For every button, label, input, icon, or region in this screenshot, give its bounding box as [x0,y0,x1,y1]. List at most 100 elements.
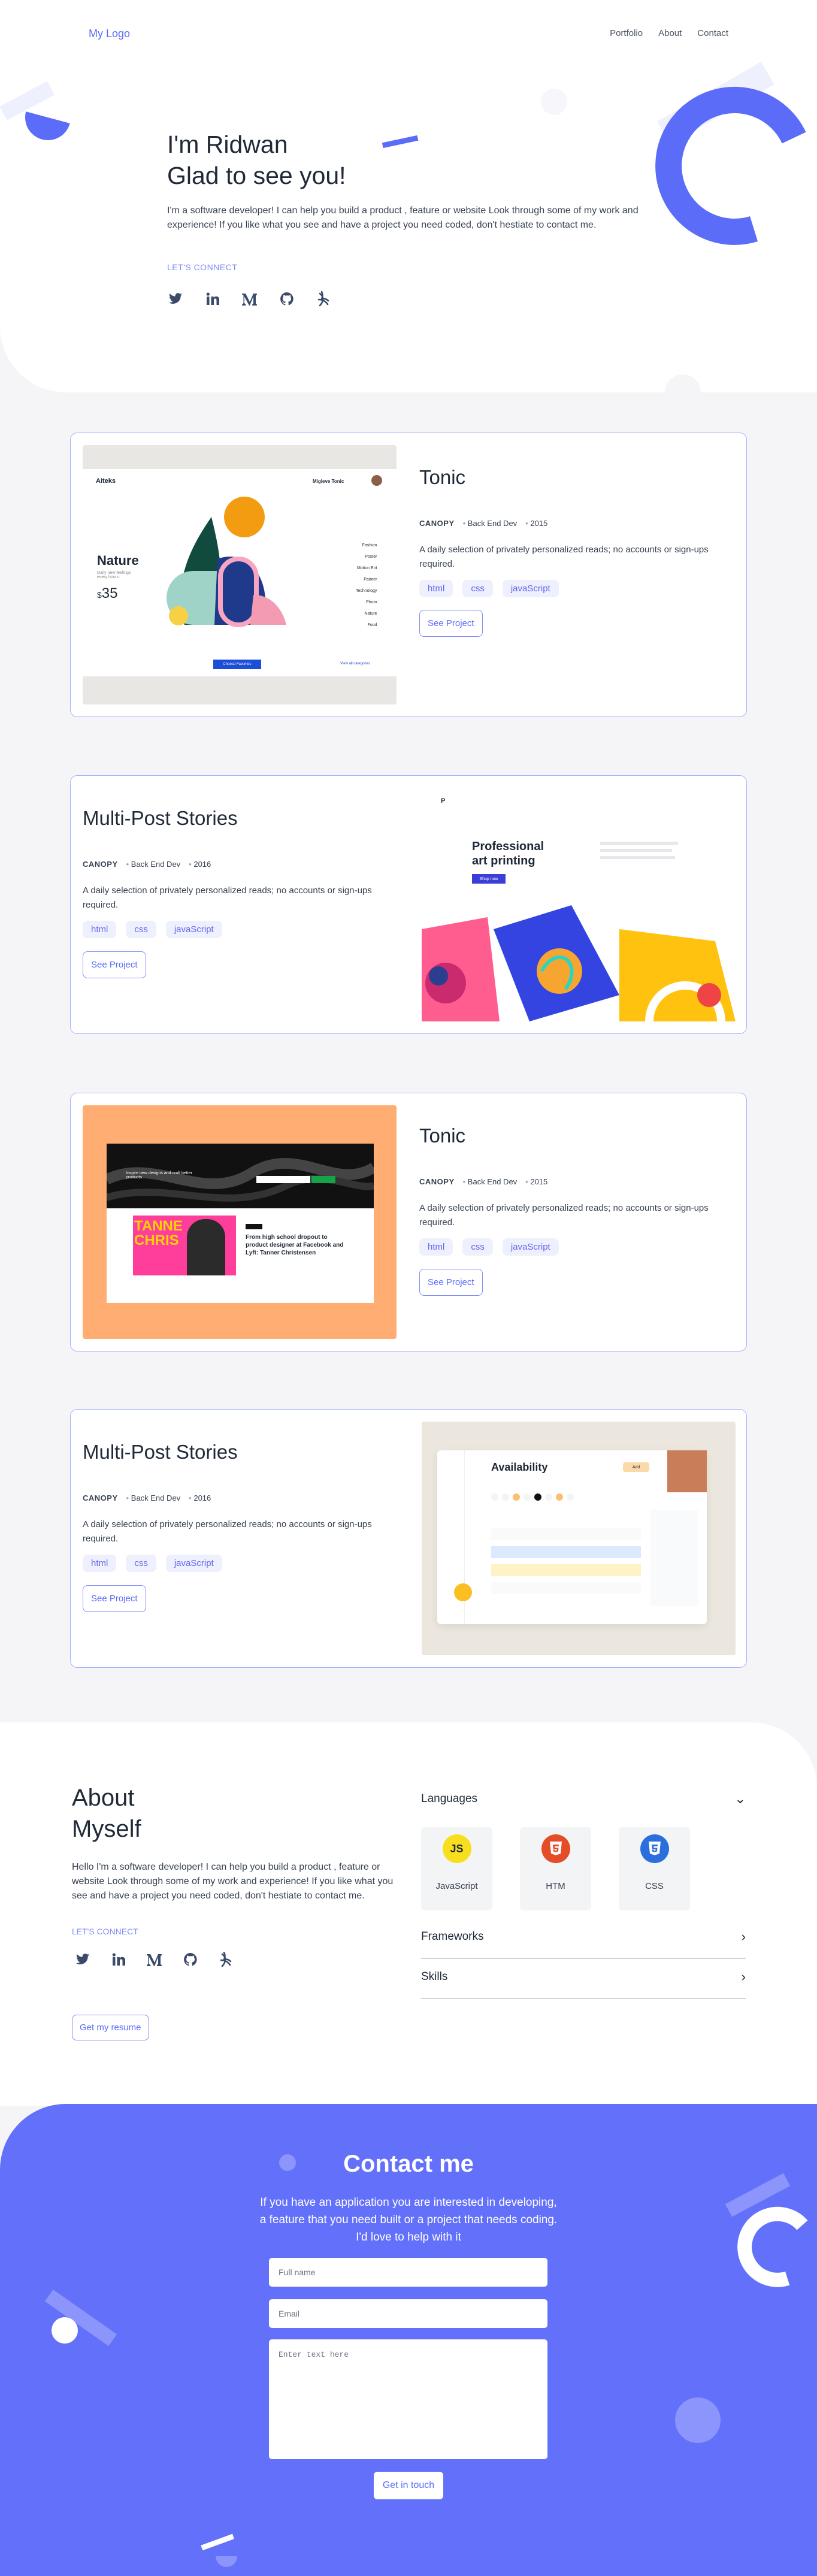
project-tags: html css javaScript [83,1555,222,1572]
accordion-skills-header[interactable]: Skills › [421,1969,746,1999]
email-field[interactable] [269,2299,547,2328]
logo[interactable]: My Logo [89,28,130,40]
accordion-skills[interactable]: Skills › [421,1969,746,1999]
chevron-right-icon: › [741,1929,746,1944]
contact-description: If you have an application you are inter… [259,2196,558,2244]
project-4-preview[interactable]: Availability Add [422,1422,736,1655]
mock-brand: Aiteks [96,477,116,485]
mock-logo: P [441,797,446,805]
language-card-javascript: JS JavaScript [421,1827,492,1910]
language-name: HTM [546,1881,565,1891]
project-2-preview[interactable]: P Professional art printing Shop now [422,788,736,1021]
fullname-field[interactable] [269,2258,547,2287]
deco-dash [201,2533,235,2551]
deco-half-circle [216,2556,237,2567]
mock-menu-item: Painter [364,578,377,582]
github-icon[interactable] [182,1951,199,1968]
project-description: A daily selection of privately personali… [419,1203,709,1227]
dribbble-icon[interactable] [316,291,332,307]
mock-menu-item: Nature [364,612,377,616]
deco-circle-mid [541,89,567,115]
accordion-frameworks[interactable]: Frameworks › [421,1929,746,1959]
about-section: About Myself Hello I'm a software develo… [0,1722,817,2106]
linkedin-icon[interactable] [204,291,221,307]
medium-icon[interactable] [241,291,258,307]
about-title: About Myself [72,1782,141,1845]
project-category: CANOPY [419,519,455,528]
mock-add-button: Add [623,1462,649,1472]
mock-price-value: 35 [101,585,118,601]
top-nav: Portfolio About Contact [610,28,728,38]
see-project-button[interactable]: See Project [419,1269,483,1296]
project-year: 2016 [189,1493,211,1502]
hero-social-links [167,291,332,307]
project-tags: html css javaScript [419,1238,559,1256]
accordion-frameworks-header[interactable]: Frameworks › [421,1929,746,1959]
mock-illustration [167,497,286,627]
project-category: CANOPY [419,1177,455,1186]
mock-cta: Choose Favorites [213,660,261,669]
project-title: Tonic [419,466,466,488]
tag-html: html [419,1238,453,1256]
medium-icon[interactable] [146,1951,163,1968]
project-category: CANOPY [83,1493,118,1502]
accordion-skills-label: Skills [421,1970,448,1983]
project-3-preview[interactable]: Inspire new designs and craft better pro… [83,1105,397,1339]
about-title-line2: Myself [72,1816,141,1842]
mock-text-line [600,842,678,845]
see-project-button[interactable]: See Project [83,951,146,978]
language-card-html: HTM [520,1827,591,1910]
deco-arc-right [655,86,806,245]
github-icon[interactable] [279,291,295,307]
mock-article-headline: From high school dropout to product desi… [246,1234,344,1256]
twitter-icon[interactable] [167,291,184,307]
mock-cta: Shop now [472,874,506,884]
see-project-button[interactable]: See Project [419,610,483,637]
nav-link-contact[interactable]: Contact [697,28,728,38]
mock-profile-photo [667,1450,707,1492]
project-card-1: Aiteks Migleve Tonic Nature Daily new fe… [70,433,747,717]
nav-link-about[interactable]: About [658,28,682,38]
mock-portrait-card: TANNE CHRIS [133,1216,236,1275]
hero-connect-label: LET'S CONNECT [167,262,238,272]
css3-icon [640,1834,669,1863]
project-1-preview[interactable]: Aiteks Migleve Tonic Nature Daily new fe… [83,445,397,705]
mock-row [491,1582,641,1594]
mock-text-line [600,849,672,852]
project-role: Back End Dev [463,1177,517,1186]
project-meta: CANOPY Back End Dev 2015 [419,1177,547,1186]
see-project-button[interactable]: See Project [83,1585,146,1612]
hero-section: My Logo Portfolio About Contact I'm Ridw… [0,0,817,392]
project-description: A daily selection of privately personali… [83,1519,372,1544]
twitter-icon[interactable] [74,1951,91,1968]
project-meta: CANOPY Back End Dev 2016 [83,1493,211,1502]
get-resume-button[interactable]: Get my resume [72,2015,149,2040]
message-field[interactable] [269,2339,547,2459]
mock-row [491,1546,641,1558]
javascript-icon: JS [442,1834,471,1863]
accordion-languages[interactable]: Languages ⌄ [421,1791,746,1820]
tag-html: html [83,1555,117,1572]
mock-product-subtitle: Daily new feelings every hours [97,571,131,579]
about-connect-label: LET'S CONNECT [72,1927,138,1936]
about-title-line1: About [72,1785,135,1811]
hero-title: I'm Ridwan Glad to see you! [167,129,346,191]
about-social-links [74,1951,235,1968]
project-role: Back End Dev [126,860,180,869]
linkedin-icon[interactable] [110,1951,127,1968]
project-tags: html css javaScript [419,580,559,597]
accordion-languages-header[interactable]: Languages ⌄ [421,1791,746,1820]
nav-link-portfolio[interactable]: Portfolio [610,28,643,38]
deco-dash-mid [382,135,419,149]
get-in-touch-button[interactable]: Get in touch [374,2472,443,2499]
project-title: Tonic [419,1124,466,1147]
contact-title: Contact me [343,2151,474,2177]
mock-badge [246,1224,262,1229]
mock-avatar [371,475,382,486]
hero-decorations [0,61,806,392]
mock-menu-item: Technology [356,589,377,593]
project-card-2: Multi-Post Stories CANOPY Back End Dev 2… [70,775,747,1034]
about-description: Hello I'm a software developer! I can he… [72,1862,394,1901]
mock-row [491,1528,641,1540]
dribbble-icon[interactable] [218,1951,235,1968]
